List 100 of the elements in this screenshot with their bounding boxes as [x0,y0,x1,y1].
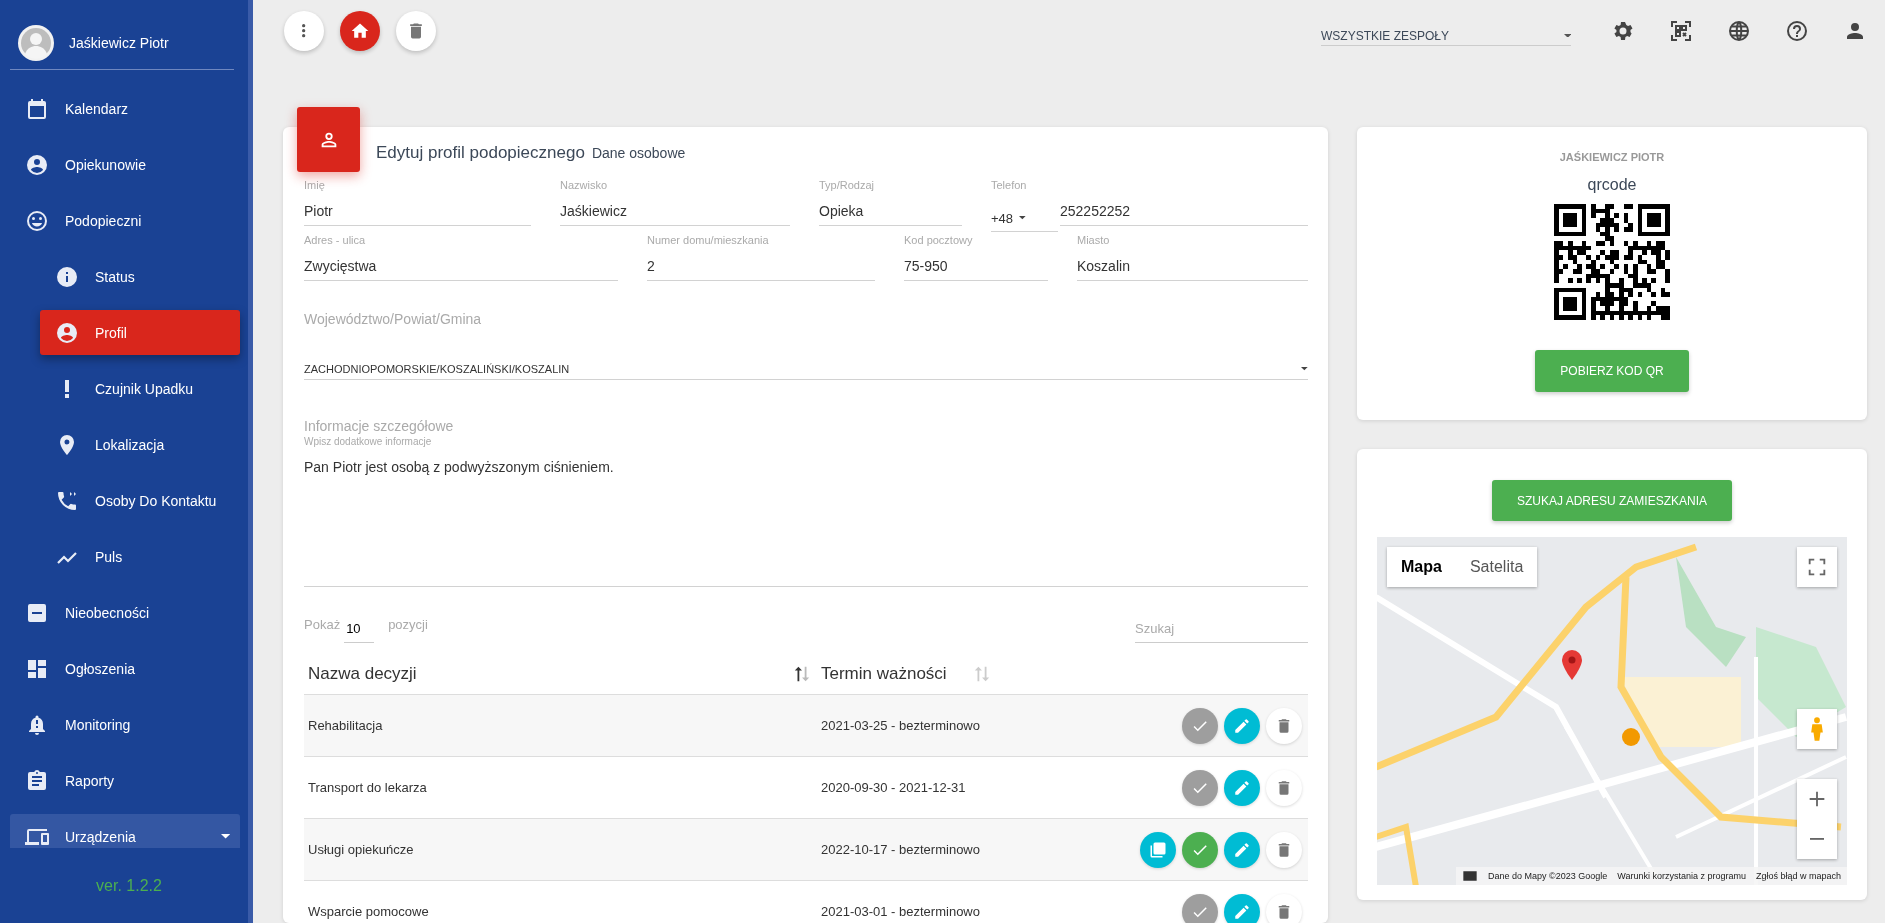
zoom-in-button[interactable] [1797,779,1837,819]
approve-button[interactable] [1182,893,1218,923]
team-select[interactable]: WSZYSTKIE ZESPOŁY [1321,16,1571,46]
pencil-icon [1233,778,1251,797]
nav-item[interactable]: Profil [40,310,240,355]
edit-button[interactable] [1224,831,1260,868]
field-hint: Wpisz dodatkowe informacje [304,436,433,447]
input-field[interactable]: Jaśkiewicz [560,193,790,226]
field-label: Telefon [991,179,1028,193]
qr-scan-icon[interactable] [1669,19,1693,43]
edit-button[interactable] [1224,769,1260,806]
edit-button[interactable] [1224,893,1260,923]
version-label: ver. 1.2.2 [96,876,162,895]
nav-item[interactable]: Monitoring [10,702,240,747]
more-vert-icon [302,24,306,38]
attribution-link[interactable]: Zgłoś błąd w mapach [1755,871,1841,881]
region-select[interactable]: ZACHODNIOPOMORSKIE/KOSZALIŃSKI/KOSZALIN [304,327,1308,380]
delete-button[interactable] [1266,893,1302,923]
user-name[interactable]: Jaśkiewicz Piotr [69,34,169,51]
table-cell-text: 2021-03-01 - bezterminowo [820,904,981,919]
input-field[interactable]: 252252252 [1060,193,1308,226]
table-cell-text: 2021-03-25 - bezterminowo [820,718,981,733]
nav-item[interactable]: Ogłoszenia [10,646,240,691]
pencil-icon [1233,840,1251,859]
field-label: Nazwisko [560,179,609,193]
column-header[interactable]: Termin ważności [817,663,997,684]
card-subtitle: Dane osobowe [591,145,686,161]
nav-item[interactable]: Status [40,254,240,299]
show-label: Pokaż [304,616,341,632]
clipboard-icon [25,768,49,793]
exclamation-icon [65,379,69,398]
table-cell-text: Usługi opiekuńcze [307,842,415,857]
delete-button[interactable] [1266,769,1302,806]
nav-item[interactable]: Urządzenia [10,814,240,848]
nav-item[interactable]: Kalendarz [10,86,240,131]
pencil-icon [1233,716,1251,735]
fullscreen-icon [1806,556,1828,578]
globe-icon[interactable] [1727,19,1751,43]
nav-item[interactable]: Lokalizacja [40,422,240,467]
home-icon [350,21,370,41]
approve-button[interactable] [1182,831,1218,868]
files-icon [1149,840,1167,859]
map-type-tab[interactable]: Satelita [1455,547,1538,587]
nav-item[interactable]: Czujnik Upadku [40,366,240,411]
info-icon [55,264,79,289]
map-type-tab[interactable]: Mapa [1387,547,1456,587]
approve-button[interactable] [1182,707,1218,744]
field-label: Adres - ulica [304,234,367,248]
prefix-select[interactable]: +48 [991,193,1058,232]
caret-down-icon [1301,367,1308,371]
map-marker-icon[interactable] [1562,650,1582,680]
input-field[interactable]: Opieka [819,193,962,226]
minus-icon [1809,838,1825,840]
delete-button[interactable] [1266,831,1302,868]
qr-caption: qrcode [1587,176,1637,194]
caret-down-icon [1019,216,1026,220]
field-label: Kod pocztowy [904,234,974,248]
table-cell-text: Transport do lekarza [307,780,428,795]
column-header[interactable]: Nazwa decyzji [304,663,817,684]
fullscreen-button[interactable] [1797,547,1837,587]
field-label: Informacje szczegółowe [304,418,455,434]
approve-button[interactable] [1182,769,1218,806]
field-label: Miasto [1077,234,1111,248]
avatar [18,24,54,61]
nav-item[interactable]: Puls [40,534,240,579]
card-title: Edytuj profil podopiecznego [376,143,585,163]
sort-icon[interactable] [793,664,811,683]
table-cell-text: 2020-09-30 - 2021-12-31 [820,780,967,795]
field-label: Typ/Rodzaj [819,179,876,193]
attribution-link[interactable]: Dane do Mapy ©2023 Google [1488,871,1608,881]
nav-item[interactable]: Raporty [10,758,240,803]
nav-item[interactable]: Osoby Do Kontaktu [40,478,240,523]
input-field[interactable]: 75-950 [904,248,1048,281]
home-button[interactable] [340,11,380,51]
nav-item[interactable]: Nieobecności [10,590,240,635]
input-field[interactable]: Piotr [304,193,531,226]
delete-button[interactable] [396,11,436,51]
attribution-link[interactable]: Warunki korzystania z programu [1617,871,1746,881]
pencil-icon [1233,902,1251,921]
table-cell-text: 2022-10-17 - bezterminowo [820,842,981,857]
table-cell-text: Rehabilitacja [307,718,384,733]
input-field[interactable]: 2 [647,248,875,281]
pdf-button[interactable] [1140,831,1176,868]
nav-item[interactable]: Podopieczni [10,198,240,243]
nav-item[interactable]: Opiekunowie [10,142,240,187]
show-suffix: pozycji [388,616,428,632]
calendar-icon [25,96,49,121]
caret-down-icon [220,834,230,839]
edit-button[interactable] [1224,707,1260,744]
caret-down-icon [1563,33,1571,38]
help-icon[interactable] [1785,19,1809,43]
input-field[interactable]: Zwycięstwa [304,248,618,281]
field-label: Numer domu/mieszkania [647,234,770,248]
smiley-face-icon [25,208,49,233]
field-label: Województwo/Powiat/Gmina [304,311,483,327]
input-field[interactable]: Koszalin [1077,248,1308,281]
delete-button[interactable] [1266,707,1302,744]
table-cell-text: Wsparcie pomocowe [307,904,430,919]
person-name: JAŚKIEWICZ PIOTR [1559,151,1665,163]
field-label: Imię [304,179,326,193]
